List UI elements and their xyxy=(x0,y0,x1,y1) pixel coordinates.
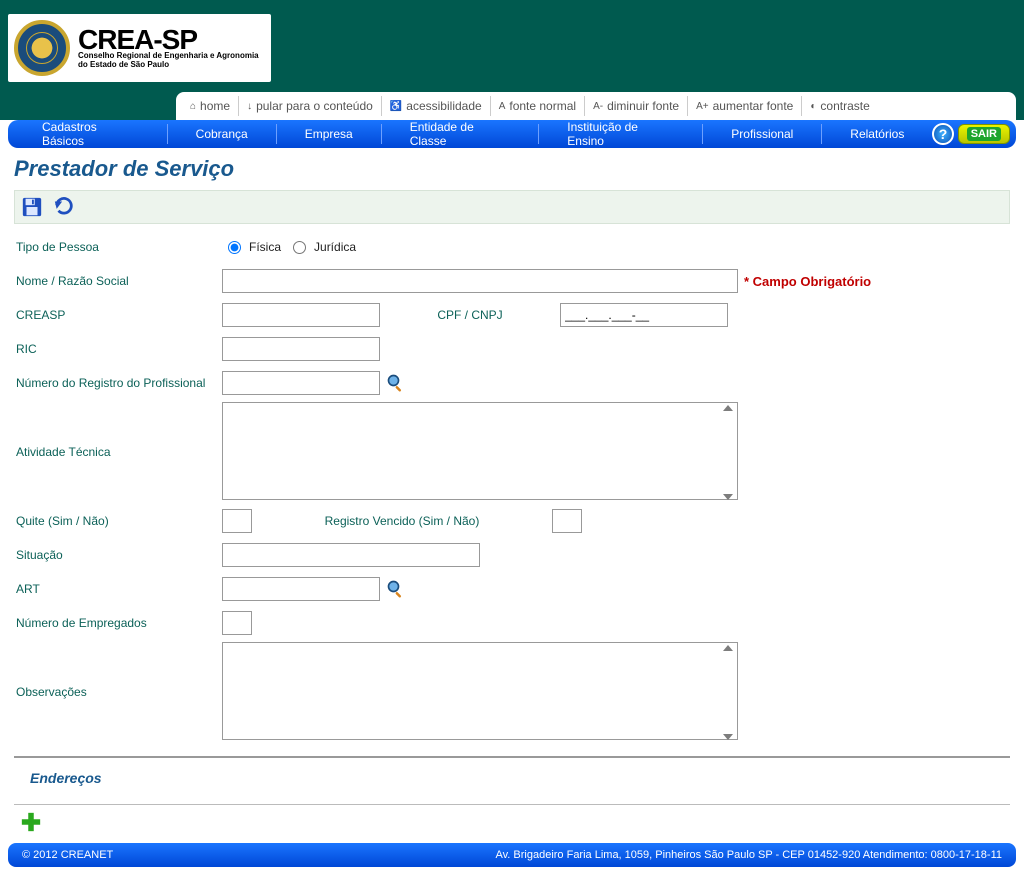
search-art-button[interactable] xyxy=(386,579,406,599)
registro-venc-label: Registro Vencido (Sim / Não) xyxy=(252,514,552,528)
logo-emblem-icon xyxy=(14,20,70,76)
footer-right: Av. Brigadeiro Faria Lima, 1059, Pinheir… xyxy=(495,849,1002,861)
art-label: ART xyxy=(14,582,222,596)
num-empregados-input[interactable] xyxy=(222,611,252,635)
contrast-label: contraste xyxy=(820,99,869,113)
search-registro-button[interactable] xyxy=(386,373,406,393)
situacao-input[interactable] xyxy=(222,543,480,567)
help-button[interactable]: ? xyxy=(932,123,953,145)
footer: © 2012 CREANET Av. Brigadeiro Faria Lima… xyxy=(8,843,1016,867)
art-input[interactable] xyxy=(222,577,380,601)
exit-button[interactable]: SAIR xyxy=(958,124,1010,144)
nav-entidade[interactable]: Entidade de Classe xyxy=(382,124,540,144)
accessibility-icon: ♿ xyxy=(390,101,402,112)
contrast-icon: ◐ xyxy=(810,101,816,112)
save-button[interactable] xyxy=(21,196,43,218)
ric-input[interactable] xyxy=(222,337,380,361)
radio-juridica-label: Jurídica xyxy=(314,240,356,254)
radio-juridica[interactable] xyxy=(293,241,306,254)
arrow-down-icon: ↓ xyxy=(247,101,252,112)
accessibility-label: acessibilidade xyxy=(406,99,481,113)
font-normal-icon: A xyxy=(499,101,506,112)
registro-venc-input[interactable] xyxy=(552,509,582,533)
section-divider xyxy=(14,804,1010,805)
nome-label: Nome / Razão Social xyxy=(14,274,222,288)
font-normal-label: fonte normal xyxy=(509,99,576,113)
nav-cobranca[interactable]: Cobrança xyxy=(168,124,277,144)
num-registro-input[interactable] xyxy=(222,371,380,395)
atividade-input[interactable] xyxy=(222,402,738,500)
ric-label: RIC xyxy=(14,342,222,356)
observacoes-input[interactable] xyxy=(222,642,738,740)
observacoes-label: Observações xyxy=(14,685,222,699)
add-endereco-button[interactable] xyxy=(20,811,42,833)
accessibility-link[interactable]: ♿ acessibilidade xyxy=(382,96,491,116)
accessibility-bar: ⌂ home ↓ pular para o conteúdo ♿ acessibili… xyxy=(176,92,1016,120)
toolbar xyxy=(14,190,1010,224)
cpf-label: CPF / CNPJ xyxy=(380,308,560,322)
font-increase-link[interactable]: A+ aumentar fonte xyxy=(688,96,802,116)
num-registro-label: Número do Registro do Profissional xyxy=(14,376,222,390)
atividade-label: Atividade Técnica xyxy=(14,445,222,459)
home-link[interactable]: ⌂ home xyxy=(182,96,239,116)
home-icon: ⌂ xyxy=(190,101,196,112)
nav-profissional[interactable]: Profissional xyxy=(703,124,822,144)
nome-input[interactable] xyxy=(222,269,738,293)
font-decrease-label: diminuir fonte xyxy=(607,99,679,113)
font-decrease-icon: A- xyxy=(593,101,603,112)
undo-button[interactable] xyxy=(53,196,75,218)
header-banner: CREA-SP Conselho Regional de Engenharia … xyxy=(0,0,1024,92)
nav-instituicao[interactable]: Instituição de Ensino xyxy=(539,124,703,144)
situacao-label: Situação xyxy=(14,548,222,562)
font-increase-label: aumentar fonte xyxy=(713,99,794,113)
skip-content-link[interactable]: ↓ pular para o conteúdo xyxy=(239,96,382,116)
logo-title: CREA-SP xyxy=(78,27,259,52)
creasp-label: CREASP xyxy=(14,308,222,322)
quite-label: Quite (Sim / Não) xyxy=(14,514,222,528)
num-empregados-label: Número de Empregados xyxy=(14,616,222,630)
skip-label: pular para o conteúdo xyxy=(256,99,373,113)
nav-relatorios[interactable]: Relatórios xyxy=(822,124,932,144)
font-normal-link[interactable]: Afonte normal xyxy=(491,96,585,116)
nav-empresa[interactable]: Empresa xyxy=(277,124,382,144)
creasp-input[interactable] xyxy=(222,303,380,327)
font-decrease-link[interactable]: A-diminuir fonte xyxy=(585,96,688,116)
home-label: home xyxy=(200,99,230,113)
nav-cadastros[interactable]: Cadastros Básicos xyxy=(14,124,168,144)
radio-fisica-label: Física xyxy=(249,240,281,254)
font-increase-icon: A+ xyxy=(696,101,709,112)
required-indicator: * Campo Obrigatório xyxy=(744,274,871,289)
cpf-input[interactable] xyxy=(560,303,728,327)
logo: CREA-SP Conselho Regional de Engenharia … xyxy=(8,14,271,82)
logo-subtitle-2: do Estado de São Paulo xyxy=(78,61,259,70)
enderecos-section-title: Endereços xyxy=(14,764,1010,792)
radio-fisica[interactable] xyxy=(228,241,241,254)
contrast-link[interactable]: ◐ contraste xyxy=(802,96,877,116)
exit-label: SAIR xyxy=(967,127,1001,141)
page-title: Prestador de Serviço xyxy=(14,156,1010,182)
quite-input[interactable] xyxy=(222,509,252,533)
footer-left: © 2012 CREANET xyxy=(22,849,113,861)
tipo-pessoa-label: Tipo de Pessoa xyxy=(14,240,222,254)
main-nav: Cadastros Básicos Cobrança Empresa Entid… xyxy=(8,120,1016,148)
section-divider xyxy=(14,756,1010,758)
